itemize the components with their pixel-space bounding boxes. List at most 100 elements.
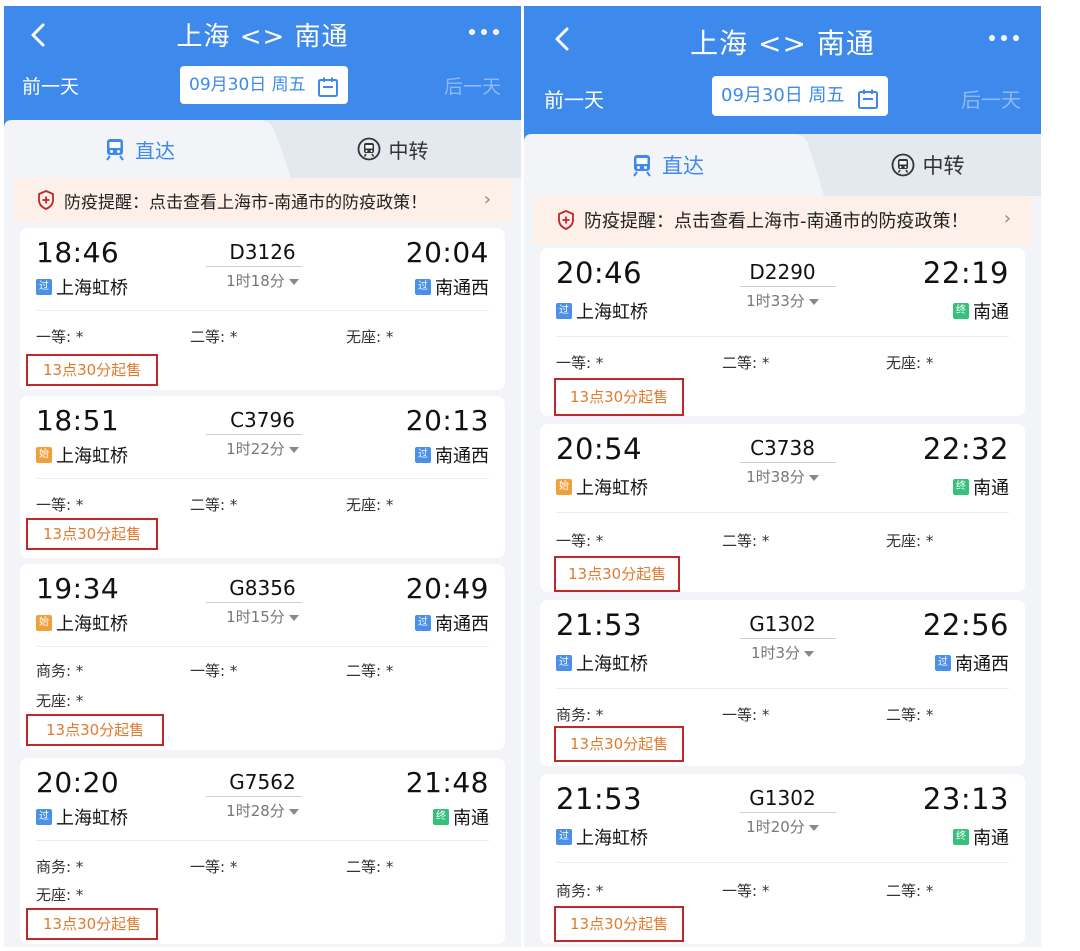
train-card[interactable]: 20:54 C3738 1时38分 22:32 始上海虹桥 终南通 一等: * … (540, 424, 1025, 592)
seat-availability: 无座: * (886, 354, 934, 372)
departure-station: 过上海虹桥 (556, 650, 648, 676)
tab-direct[interactable]: 直达 (4, 120, 274, 178)
tab-transfer[interactable]: 中转 (814, 134, 1041, 196)
tab-direct[interactable]: 直达 (524, 134, 810, 196)
caret-down-icon (288, 808, 299, 815)
station-badge: 过 (415, 279, 431, 295)
seat-availability: 一等: * (36, 496, 84, 514)
seat-availability: 无座: * (346, 496, 394, 514)
duration-text: 1时18分 (226, 272, 285, 290)
station-badge: 终 (433, 809, 449, 825)
calendar-icon (857, 85, 879, 109)
arrival-station: 终南通 (953, 474, 1009, 500)
divider (556, 688, 1009, 689)
epidemic-notice-banner[interactable]: 防疫提醒：点击查看上海市-南通市的防疫政策！ › (14, 178, 511, 222)
departure-station: 始上海虹桥 (36, 442, 128, 468)
prev-day-button[interactable]: 前一天 (22, 72, 79, 99)
sale-time-label: 13点30分起售 (554, 556, 681, 592)
train-card[interactable]: 19:34 G8356 1时15分 20:49 始上海虹桥 过南通西 商务: *… (20, 564, 505, 750)
train-card[interactable]: 18:46 D3126 1时18分 20:04 过上海虹桥 过南通西 一等: *… (20, 228, 505, 390)
prev-day-button[interactable]: 前一天 (544, 84, 604, 113)
next-day-button[interactable]: 后一天 (444, 72, 501, 99)
date-picker[interactable]: 09月30日 周五 (712, 76, 888, 116)
seat-availability: 二等: * (886, 706, 934, 724)
station-name: 南通 (453, 808, 489, 829)
epidemic-notice-banner[interactable]: 防疫提醒：点击查看上海市-南通市的防疫政策！ › (534, 196, 1031, 244)
station-name: 上海虹桥 (576, 302, 648, 323)
train-icon (103, 137, 127, 161)
page-title: 上海 <> 南通 (176, 22, 349, 52)
divider (36, 646, 489, 647)
train-divider (206, 796, 302, 797)
arrival-station: 终南通 (953, 824, 1009, 850)
duration-text: 1时22分 (226, 440, 285, 458)
date-picker[interactable]: 09月30日 周五 (180, 66, 348, 104)
next-day-button[interactable]: 后一天 (961, 84, 1021, 113)
sale-time-label: 13点30分起售 (554, 726, 685, 762)
seat-availability: 二等: * (722, 532, 770, 550)
transfer-train-icon (357, 137, 381, 161)
seat-availability: 一等: * (722, 882, 770, 900)
station-name: 南通 (973, 478, 1009, 499)
seat-availability: 无座: * (36, 886, 84, 904)
departure-station: 过上海虹桥 (36, 274, 128, 300)
seat-availability: 一等: * (722, 706, 770, 724)
tab-transfer[interactable]: 中转 (264, 120, 521, 178)
page-title: 上海 <> 南通 (690, 27, 875, 60)
train-card[interactable]: 21:53 G1302 1时20分 23:13 过上海虹桥 终南通 商务: * … (540, 774, 1025, 944)
duration-text: 1时15分 (226, 608, 285, 626)
train-card[interactable]: 18:51 C3796 1时22分 20:13 始上海虹桥 过南通西 一等: *… (20, 396, 505, 558)
station-badge: 过 (556, 829, 572, 845)
station-name: 南通西 (435, 278, 489, 299)
train-card[interactable]: 21:53 G1302 1时3分 22:56 过上海虹桥 过南通西 商务: * … (540, 600, 1025, 766)
more-dots-icon[interactable] (987, 28, 1021, 48)
departure-station: 始上海虹桥 (36, 610, 128, 636)
train-divider (740, 462, 836, 463)
tab-transfer-label: 中转 (388, 138, 429, 163)
seat-availability: 二等: * (346, 858, 394, 876)
station-badge: 始 (556, 479, 572, 495)
seat-availability: 一等: * (190, 662, 238, 680)
station-badge: 过 (556, 655, 572, 671)
divider (556, 336, 1009, 337)
seat-availability: 商务: * (556, 706, 604, 724)
tab-direct-label: 直达 (662, 154, 704, 178)
train-divider (740, 286, 836, 287)
seat-availability: 无座: * (346, 328, 394, 346)
right-screenshot-panel: 上海 <> 南通 前一天 09月30日 周五 后一天 直达 中转 防疫提醒：点击… (524, 6, 1041, 947)
seat-availability: 商务: * (36, 662, 84, 680)
arrival-station: 终南通 (433, 804, 489, 830)
caret-down-icon (288, 278, 299, 285)
sale-time-label: 13点30分起售 (554, 906, 685, 942)
station-badge: 始 (36, 447, 52, 463)
sale-time-label: 13点30分起售 (26, 714, 165, 746)
arrival-station: 终南通 (953, 298, 1009, 324)
station-name: 南通西 (955, 654, 1009, 675)
tab-direct-label: 直达 (135, 138, 175, 163)
station-name: 南通西 (435, 446, 489, 467)
caret-down-icon (808, 298, 819, 305)
sale-time-label: 13点30分起售 (26, 908, 159, 940)
train-card[interactable]: 20:20 G7562 1时28分 21:48 过上海虹桥 终南通 商务: * … (20, 758, 505, 944)
station-name: 南通西 (435, 614, 489, 635)
more-dots-icon[interactable] (467, 22, 501, 42)
caret-down-icon (288, 446, 299, 453)
station-badge: 过 (415, 447, 431, 463)
caret-down-icon (808, 824, 819, 831)
shield-icon (36, 190, 56, 210)
station-badge: 终 (953, 303, 969, 319)
arrival-time: 20:13 (405, 404, 489, 437)
divider (36, 840, 489, 841)
divider (36, 310, 489, 311)
station-name: 上海虹桥 (576, 654, 648, 675)
station-name: 南通 (973, 828, 1009, 849)
station-badge: 过 (415, 615, 431, 631)
train-card[interactable]: 20:46 D2290 1时33分 22:19 过上海虹桥 终南通 一等: * … (540, 248, 1025, 416)
train-divider (740, 812, 836, 813)
arrival-time: 22:19 (922, 256, 1009, 290)
divider (36, 478, 489, 479)
seat-availability: 无座: * (36, 692, 84, 710)
tab-transfer-label: 中转 (922, 154, 965, 178)
station-name: 南通 (973, 302, 1009, 323)
arrival-time: 22:56 (922, 608, 1009, 642)
